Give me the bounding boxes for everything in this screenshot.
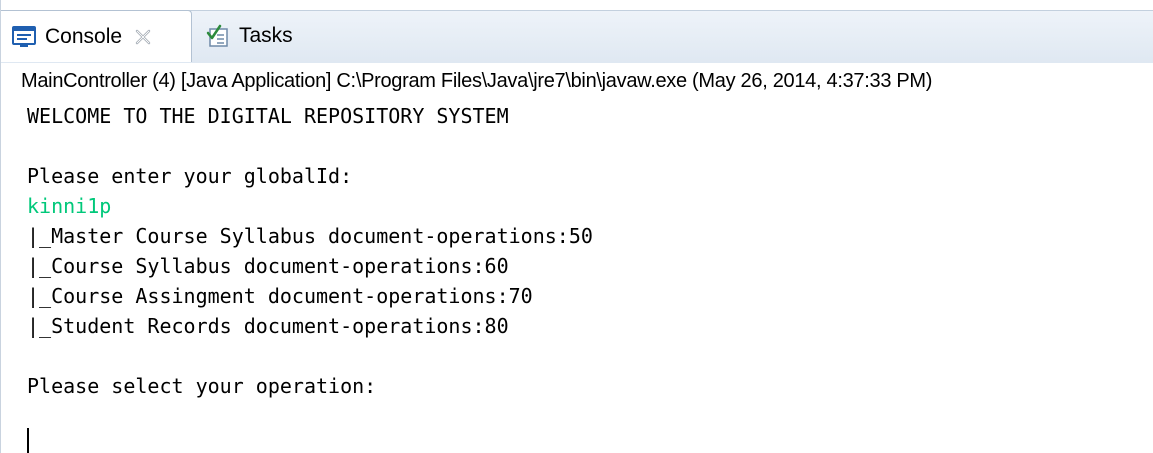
console-input-echo: kinni1p xyxy=(27,194,112,218)
console-line: |_Course Syllabus document-operations:60 xyxy=(27,254,509,278)
console-line: |_Course Assingment document-operations:… xyxy=(27,284,533,308)
console-line: WELCOME TO THE DIGITAL REPOSITORY SYSTEM xyxy=(27,104,509,128)
tab-console[interactable]: Console xyxy=(1,10,192,62)
text-cursor xyxy=(27,428,29,453)
console-output[interactable]: WELCOME TO THE DIGITAL REPOSITORY SYSTEM… xyxy=(27,101,1137,453)
close-icon[interactable] xyxy=(134,28,152,46)
console-line: Please select your operation: xyxy=(27,374,377,398)
console-line: Please enter your globalId: xyxy=(27,164,353,188)
view-tab-bar: Console Tasks xyxy=(1,0,1153,63)
launch-description: MainController (4) [Java Application] C:… xyxy=(21,70,933,92)
tab-tasks-label: Tasks xyxy=(239,24,293,47)
console-line: |_Master Course Syllabus document-operat… xyxy=(27,224,593,248)
tasks-icon xyxy=(205,23,231,49)
console-icon xyxy=(11,24,37,50)
console-view: Console Tasks MainController (4) [Java A… xyxy=(0,0,1153,453)
tab-console-label: Console xyxy=(45,24,123,48)
tab-tasks[interactable]: Tasks xyxy=(197,10,327,62)
console-line: |_Student Records document-operations:80 xyxy=(27,314,509,338)
